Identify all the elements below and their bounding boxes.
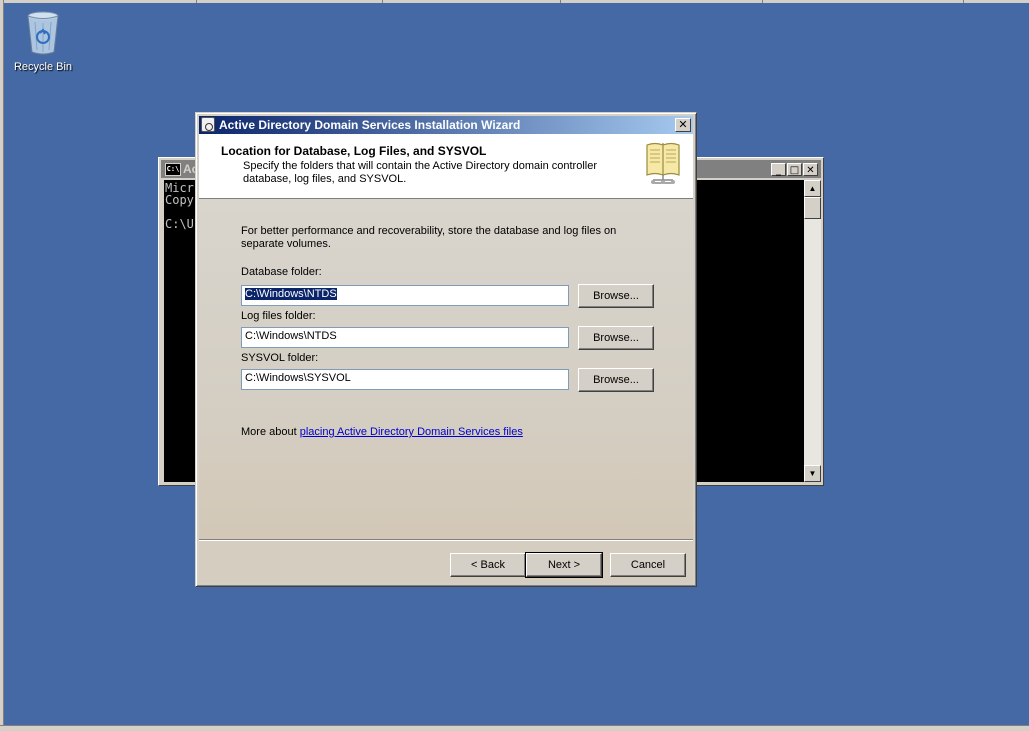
sysvol-folder-label: SYSVOL folder: — [241, 352, 319, 364]
wizard-footer: < Back Next > Cancel — [199, 541, 693, 583]
sysvol-folder-field[interactable]: C:\Windows\SYSVOL — [241, 369, 569, 390]
ad-ds-installation-wizard: Active Directory Domain Services Install… — [195, 112, 697, 587]
scroll-up-icon[interactable]: ▲ — [804, 180, 821, 197]
top-edge-divider — [560, 0, 561, 3]
next-button[interactable]: Next > — [525, 552, 603, 578]
log-files-folder-field[interactable]: C:\Windows\NTDS — [241, 327, 569, 348]
back-button[interactable]: < Back — [450, 553, 526, 577]
log-files-folder-label: Log files folder: — [241, 310, 316, 322]
recycle-bin-icon — [23, 11, 63, 59]
wizard-header: Location for Database, Log Files, and SY… — [199, 134, 693, 199]
console-icon: C:\ — [165, 163, 181, 176]
page-title: Location for Database, Log Files, and SY… — [221, 144, 487, 158]
top-edge-divider — [382, 0, 383, 3]
console-scrollbar[interactable]: ▲ ▼ — [804, 180, 821, 482]
top-edge-divider — [762, 0, 763, 3]
browse-log-files-button[interactable]: Browse... — [578, 326, 654, 350]
browse-database-button[interactable]: Browse... — [578, 284, 654, 308]
screen-top-edge — [0, 0, 1029, 3]
top-edge-divider — [963, 0, 964, 3]
cancel-button[interactable]: Cancel — [610, 553, 686, 577]
maximize-button[interactable]: □ — [787, 163, 802, 176]
close-button[interactable]: ✕ — [803, 163, 818, 176]
more-info-link[interactable]: placing Active Directory Domain Services… — [300, 426, 523, 438]
recycle-bin-label: Recycle Bin — [13, 61, 73, 73]
database-folder-value: C:\Windows\NTDS — [245, 288, 337, 300]
wizard-app-icon — [201, 117, 215, 132]
minimize-button[interactable]: _ — [771, 163, 786, 176]
scroll-thumb[interactable] — [804, 197, 821, 219]
more-info-text: More about placing Active Directory Doma… — [241, 426, 523, 438]
book-icon — [646, 142, 680, 184]
screen-left-edge — [0, 0, 4, 730]
screen-bottom-edge — [0, 725, 1029, 731]
more-info-prefix: More about — [241, 426, 300, 438]
database-folder-label: Database folder: — [241, 266, 322, 278]
intro-text: For better performance and recoverabilit… — [241, 225, 617, 250]
top-edge-divider — [196, 0, 197, 3]
browse-sysvol-button[interactable]: Browse... — [578, 368, 654, 392]
recycle-bin-shortcut[interactable]: Recycle Bin — [8, 8, 78, 73]
page-description: Specify the folders that will contain th… — [243, 160, 597, 185]
scroll-down-icon[interactable]: ▼ — [804, 465, 821, 482]
wizard-title-bar[interactable]: Active Directory Domain Services Install… — [199, 116, 693, 134]
close-button[interactable]: ✕ — [675, 118, 691, 132]
wizard-body: For better performance and recoverabilit… — [199, 199, 693, 539]
wizard-title: Active Directory Domain Services Install… — [219, 118, 521, 132]
database-folder-field[interactable]: C:\Windows\NTDS — [241, 285, 569, 306]
